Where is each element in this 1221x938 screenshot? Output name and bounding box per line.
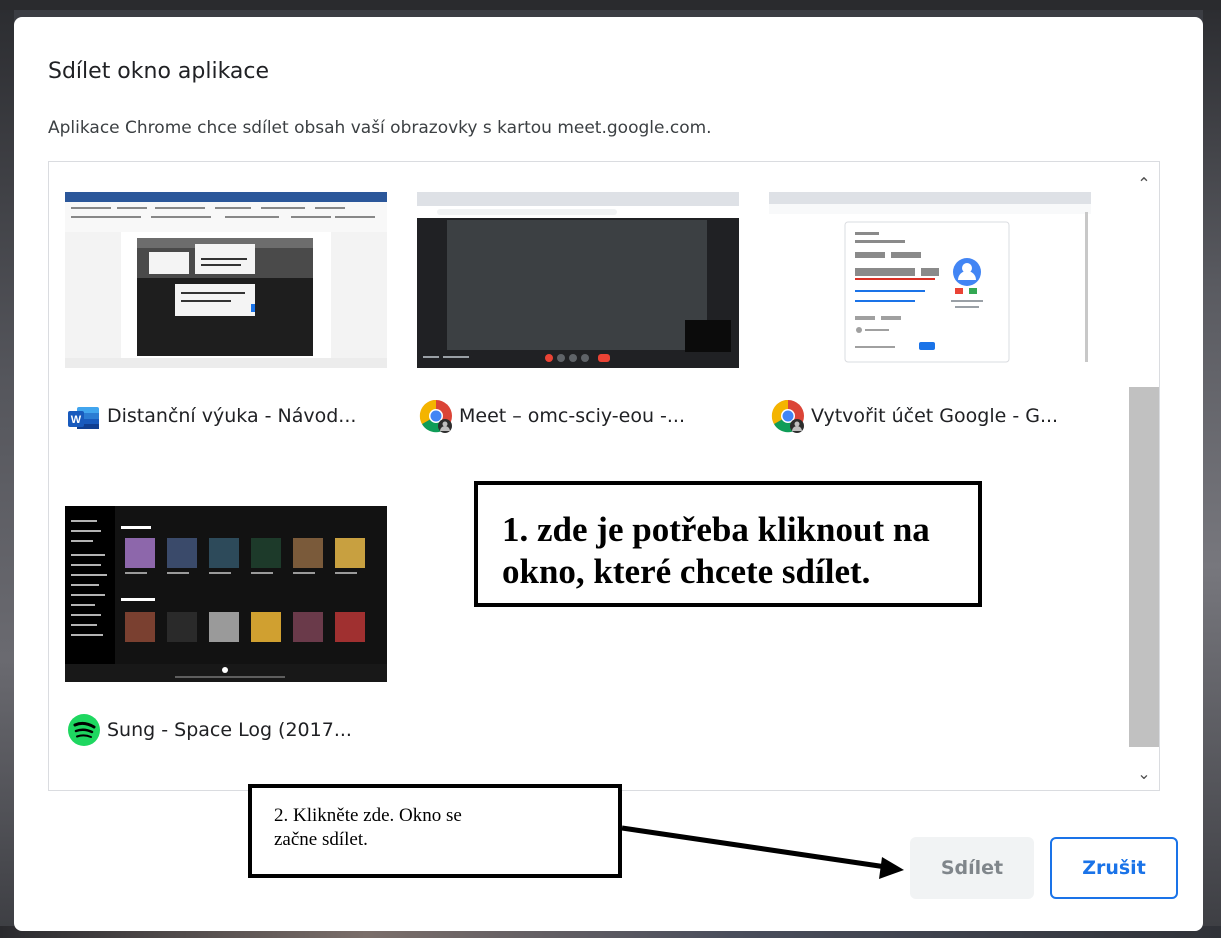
window-title: Vytvořit účet Google - G... bbox=[811, 405, 1059, 427]
callout-2-line-1: 2. Klikněte zde. Okno se bbox=[274, 805, 462, 826]
window-tile-meet[interactable]: Meet – omc-sciy-eou -... bbox=[417, 192, 747, 452]
window-tile-word[interactable]: W Distanční výuka - Návod... bbox=[65, 192, 395, 452]
scroll-down-icon[interactable]: ⌄ bbox=[1129, 758, 1159, 788]
svg-text:W: W bbox=[71, 414, 82, 426]
window-tile-google-account[interactable]: Vytvořit účet Google - G... bbox=[769, 192, 1099, 452]
background-top bbox=[0, 0, 1221, 10]
window-tile-label: W Distanční výuka - Návod... bbox=[65, 397, 356, 435]
window-picker: W Distanční výuka - Návod... Meet – omc-… bbox=[48, 161, 1160, 791]
callout-1-line-2: okno, které chcete sdílet. bbox=[502, 552, 871, 591]
scrollbar-thumb[interactable] bbox=[1129, 387, 1159, 747]
window-thumbnail bbox=[65, 192, 387, 368]
window-tile-label: Vytvořit účet Google - G... bbox=[769, 397, 1058, 435]
chrome-icon bbox=[769, 397, 807, 435]
window-tile-spotify[interactable]: Sung - Space Log (2017... bbox=[65, 506, 395, 766]
dialog-subtitle: Aplikace Chrome chce sdílet obsah vaší o… bbox=[48, 118, 712, 138]
picker-scrollbar[interactable]: ⌃ ⌄ bbox=[1129, 162, 1159, 790]
window-tile-label: Sung - Space Log (2017... bbox=[65, 711, 352, 749]
window-thumbnail bbox=[769, 192, 1091, 368]
chrome-icon bbox=[417, 397, 455, 435]
window-title: Distanční výuka - Návod... bbox=[107, 405, 357, 427]
window-title: Meet – omc-sciy-eou -... bbox=[459, 405, 685, 427]
window-tile-label: Meet – omc-sciy-eou -... bbox=[417, 397, 685, 435]
cancel-button[interactable]: Zrušit bbox=[1050, 837, 1178, 899]
word-icon: W bbox=[65, 397, 103, 435]
share-button[interactable]: Sdílet bbox=[910, 837, 1034, 899]
window-thumbnail bbox=[65, 506, 387, 682]
background-right bbox=[1203, 10, 1221, 938]
background-left bbox=[0, 10, 14, 938]
spotify-icon bbox=[65, 711, 103, 749]
window-title: Sung - Space Log (2017... bbox=[107, 719, 352, 741]
annotation-callout-1: 1. zde je potřeba kliknout na okno, kter… bbox=[474, 481, 982, 607]
window-thumbnail bbox=[417, 192, 739, 368]
dialog-title: Sdílet okno aplikace bbox=[48, 59, 270, 84]
callout-1-line-1: 1. zde je potřeba kliknout na bbox=[502, 510, 930, 549]
annotation-callout-2: 2. Klikněte zde. Okno se začne sdílet. bbox=[248, 784, 622, 878]
callout-2-line-2: začne sdílet. bbox=[274, 829, 368, 850]
scroll-up-icon[interactable]: ⌃ bbox=[1129, 168, 1159, 198]
